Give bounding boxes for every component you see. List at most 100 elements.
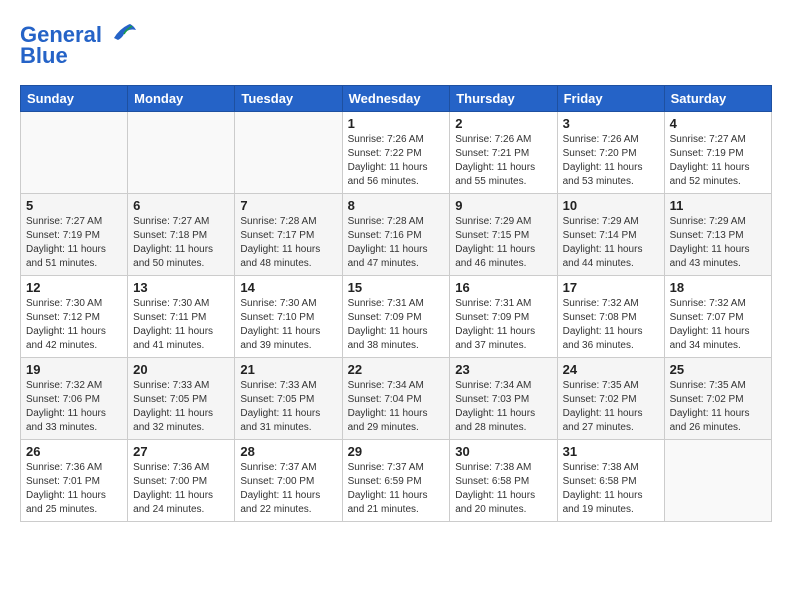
cell-date-number: 29 (348, 444, 445, 459)
calendar-cell: 1 Sunrise: 7:26 AM Sunset: 7:22 PM Daylig… (342, 112, 450, 194)
calendar-cell: 8 Sunrise: 7:28 AM Sunset: 7:16 PM Daylig… (342, 194, 450, 276)
weekday-header-tuesday: Tuesday (235, 86, 342, 112)
cell-date-number: 11 (670, 198, 766, 213)
calendar-cell: 5 Sunrise: 7:27 AM Sunset: 7:19 PM Daylig… (21, 194, 128, 276)
cell-info-text: Sunrise: 7:36 AM Sunset: 7:00 PM Dayligh… (133, 461, 229, 517)
cell-info-text: Sunrise: 7:35 AM Sunset: 7:02 PM Dayligh… (563, 379, 659, 435)
calendar-cell (21, 112, 128, 194)
cell-info-text: Sunrise: 7:27 AM Sunset: 7:18 PM Dayligh… (133, 215, 229, 271)
cell-date-number: 3 (563, 116, 659, 131)
calendar-cell: 25 Sunrise: 7:35 AM Sunset: 7:02 PM Dayli… (664, 358, 771, 440)
calendar-cell: 28 Sunrise: 7:37 AM Sunset: 7:00 PM Dayli… (235, 440, 342, 522)
calendar-cell: 23 Sunrise: 7:34 AM Sunset: 7:03 PM Dayli… (450, 358, 557, 440)
cell-date-number: 26 (26, 444, 122, 459)
cell-info-text: Sunrise: 7:30 AM Sunset: 7:12 PM Dayligh… (26, 297, 122, 353)
calendar-cell: 6 Sunrise: 7:27 AM Sunset: 7:18 PM Daylig… (128, 194, 235, 276)
calendar-week-2: 12Sunrise: 7:30 AM Sunset: 7:12 PM Dayli… (21, 276, 772, 358)
calendar-week-4: 26 Sunrise: 7:36 AM Sunset: 7:01 PM Dayli… (21, 440, 772, 522)
cell-date-number: 4 (670, 116, 766, 131)
calendar-cell: 15 Sunrise: 7:31 AM Sunset: 7:09 PM Dayli… (342, 276, 450, 358)
calendar-cell: 20Sunrise: 7:33 AM Sunset: 7:05 PM Dayli… (128, 358, 235, 440)
cell-date-number: 8 (348, 198, 445, 213)
cell-date-number: 23 (455, 362, 551, 377)
weekday-header-sunday: Sunday (21, 86, 128, 112)
calendar-header-row: SundayMondayTuesdayWednesdayThursdayFrid… (21, 86, 772, 112)
calendar-cell (235, 112, 342, 194)
weekday-header-saturday: Saturday (664, 86, 771, 112)
calendar-cell: 18 Sunrise: 7:32 AM Sunset: 7:07 PM Dayli… (664, 276, 771, 358)
cell-date-number: 10 (563, 198, 659, 213)
cell-info-text: Sunrise: 7:37 AM Sunset: 7:00 PM Dayligh… (240, 461, 336, 517)
calendar-cell: 26 Sunrise: 7:36 AM Sunset: 7:01 PM Dayli… (21, 440, 128, 522)
calendar-cell (128, 112, 235, 194)
cell-info-text: Sunrise: 7:28 AM Sunset: 7:17 PM Dayligh… (240, 215, 336, 271)
cell-info-text: Sunrise: 7:36 AM Sunset: 7:01 PM Dayligh… (26, 461, 122, 517)
cell-info-text: Sunrise: 7:33 AM Sunset: 7:05 PM Dayligh… (240, 379, 336, 435)
cell-info-text: Sunrise: 7:32 AM Sunset: 7:07 PM Dayligh… (670, 297, 766, 353)
calendar-cell: 11Sunrise: 7:29 AM Sunset: 7:13 PM Dayli… (664, 194, 771, 276)
cell-date-number: 18 (670, 280, 766, 295)
cell-info-text: Sunrise: 7:27 AM Sunset: 7:19 PM Dayligh… (26, 215, 122, 271)
calendar-cell: 10 Sunrise: 7:29 AM Sunset: 7:14 PM Dayli… (557, 194, 664, 276)
cell-date-number: 14 (240, 280, 336, 295)
cell-info-text: Sunrise: 7:38 AM Sunset: 6:58 PM Dayligh… (563, 461, 659, 517)
calendar-cell: 7 Sunrise: 7:28 AM Sunset: 7:17 PM Daylig… (235, 194, 342, 276)
calendar-cell: 3 Sunrise: 7:26 AM Sunset: 7:20 PM Daylig… (557, 112, 664, 194)
cell-date-number: 25 (670, 362, 766, 377)
weekday-header-friday: Friday (557, 86, 664, 112)
weekday-header-thursday: Thursday (450, 86, 557, 112)
cell-info-text: Sunrise: 7:27 AM Sunset: 7:19 PM Dayligh… (670, 133, 766, 189)
calendar-cell: 13 Sunrise: 7:30 AM Sunset: 7:11 PM Dayli… (128, 276, 235, 358)
cell-info-text: Sunrise: 7:26 AM Sunset: 7:20 PM Dayligh… (563, 133, 659, 189)
cell-date-number: 22 (348, 362, 445, 377)
cell-date-number: 6 (133, 198, 229, 213)
calendar-cell: 9 Sunrise: 7:29 AM Sunset: 7:15 PM Daylig… (450, 194, 557, 276)
cell-info-text: Sunrise: 7:32 AM Sunset: 7:06 PM Dayligh… (26, 379, 122, 435)
cell-info-text: Sunrise: 7:38 AM Sunset: 6:58 PM Dayligh… (455, 461, 551, 517)
calendar-cell: 19 Sunrise: 7:32 AM Sunset: 7:06 PM Dayli… (21, 358, 128, 440)
cell-info-text: Sunrise: 7:34 AM Sunset: 7:03 PM Dayligh… (455, 379, 551, 435)
cell-info-text: Sunrise: 7:34 AM Sunset: 7:04 PM Dayligh… (348, 379, 445, 435)
cell-date-number: 30 (455, 444, 551, 459)
cell-info-text: Sunrise: 7:26 AM Sunset: 7:22 PM Dayligh… (348, 133, 445, 189)
calendar-table: SundayMondayTuesdayWednesdayThursdayFrid… (20, 85, 772, 522)
cell-date-number: 7 (240, 198, 336, 213)
cell-date-number: 24 (563, 362, 659, 377)
calendar-week-1: 5 Sunrise: 7:27 AM Sunset: 7:19 PM Daylig… (21, 194, 772, 276)
logo: General Blue (20, 20, 138, 69)
cell-date-number: 19 (26, 362, 122, 377)
cell-date-number: 20 (133, 362, 229, 377)
cell-date-number: 13 (133, 280, 229, 295)
cell-date-number: 1 (348, 116, 445, 131)
cell-date-number: 28 (240, 444, 336, 459)
cell-info-text: Sunrise: 7:31 AM Sunset: 7:09 PM Dayligh… (455, 297, 551, 353)
cell-info-text: Sunrise: 7:26 AM Sunset: 7:21 PM Dayligh… (455, 133, 551, 189)
cell-info-text: Sunrise: 7:29 AM Sunset: 7:14 PM Dayligh… (563, 215, 659, 271)
cell-date-number: 9 (455, 198, 551, 213)
cell-info-text: Sunrise: 7:30 AM Sunset: 7:11 PM Dayligh… (133, 297, 229, 353)
cell-info-text: Sunrise: 7:35 AM Sunset: 7:02 PM Dayligh… (670, 379, 766, 435)
cell-info-text: Sunrise: 7:37 AM Sunset: 6:59 PM Dayligh… (348, 461, 445, 517)
cell-info-text: Sunrise: 7:29 AM Sunset: 7:15 PM Dayligh… (455, 215, 551, 271)
cell-date-number: 21 (240, 362, 336, 377)
calendar-cell: 12Sunrise: 7:30 AM Sunset: 7:12 PM Dayli… (21, 276, 128, 358)
cell-date-number: 16 (455, 280, 551, 295)
cell-info-text: Sunrise: 7:30 AM Sunset: 7:10 PM Dayligh… (240, 297, 336, 353)
logo-bird-icon (110, 20, 138, 42)
weekday-header-wednesday: Wednesday (342, 86, 450, 112)
calendar-cell: 30 Sunrise: 7:38 AM Sunset: 6:58 PM Dayli… (450, 440, 557, 522)
calendar-cell (664, 440, 771, 522)
cell-info-text: Sunrise: 7:31 AM Sunset: 7:09 PM Dayligh… (348, 297, 445, 353)
calendar-cell: 16 Sunrise: 7:31 AM Sunset: 7:09 PM Dayli… (450, 276, 557, 358)
calendar-cell: 2 Sunrise: 7:26 AM Sunset: 7:21 PM Daylig… (450, 112, 557, 194)
calendar-cell: 17Sunrise: 7:32 AM Sunset: 7:08 PM Dayli… (557, 276, 664, 358)
page-header: General Blue (20, 20, 772, 69)
calendar-cell: 22 Sunrise: 7:34 AM Sunset: 7:04 PM Dayli… (342, 358, 450, 440)
cell-date-number: 17 (563, 280, 659, 295)
cell-date-number: 2 (455, 116, 551, 131)
cell-date-number: 15 (348, 280, 445, 295)
cell-info-text: Sunrise: 7:28 AM Sunset: 7:16 PM Dayligh… (348, 215, 445, 271)
cell-date-number: 31 (563, 444, 659, 459)
cell-date-number: 5 (26, 198, 122, 213)
weekday-header-monday: Monday (128, 86, 235, 112)
